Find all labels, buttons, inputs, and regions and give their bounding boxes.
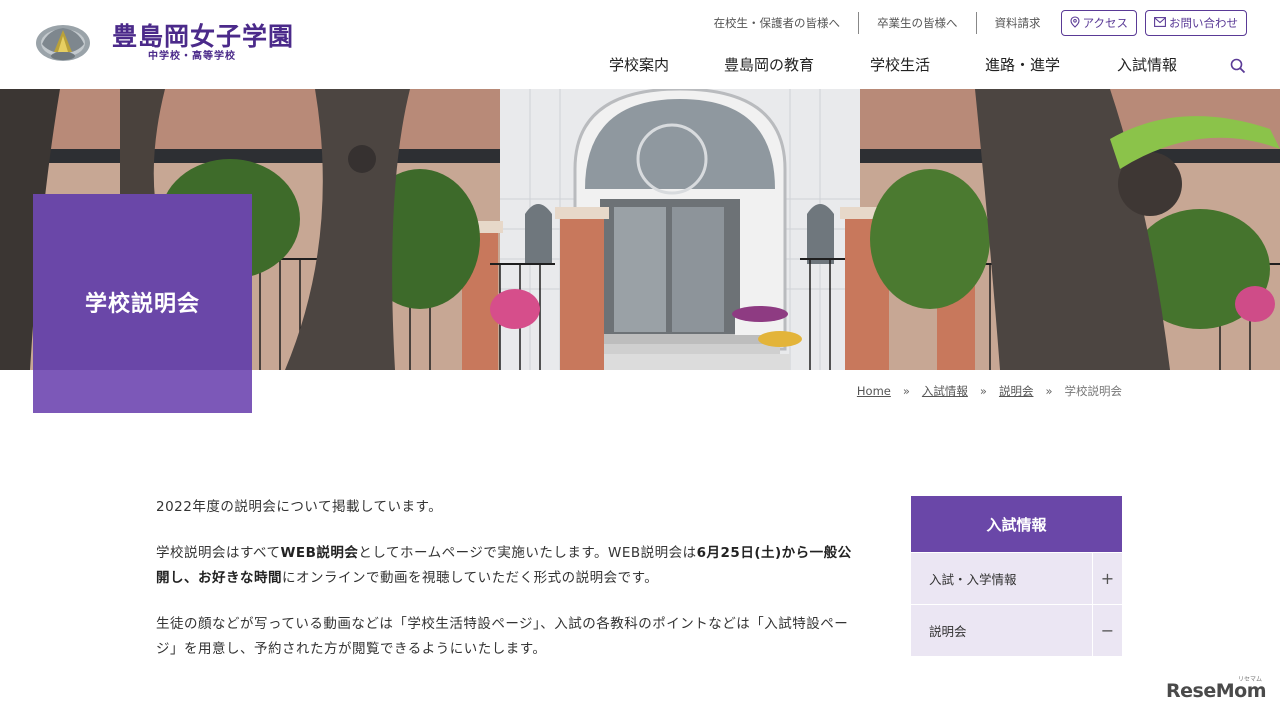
util-link-brochure[interactable]: 資料請求 <box>977 12 1053 34</box>
util-link-alumni[interactable]: 卒業生の皆様へ <box>859 12 977 34</box>
contact-button[interactable]: お問い合わせ <box>1145 10 1247 36</box>
nav-item-school-guide[interactable]: 学校案内 <box>609 54 669 75</box>
expand-plus-icon[interactable]: + <box>1092 553 1122 604</box>
access-label: アクセス <box>1082 16 1128 30</box>
intro-paragraph: 2022年度の説明会について掲載しています。 <box>156 499 443 515</box>
access-button[interactable]: アクセス <box>1060 10 1137 36</box>
nav-item-school-life[interactable]: 学校生活 <box>870 54 930 75</box>
breadcrumb-info-session[interactable]: 説明会 <box>999 383 1034 399</box>
breadcrumb-separator: » <box>902 384 910 398</box>
breadcrumb-home[interactable]: Home <box>857 384 891 398</box>
watermark-text: ReseMom <box>1166 680 1266 702</box>
title-box-band <box>33 370 252 413</box>
web-session-paragraph: 学校説明会はすべてWEB説明会としてホームページで実施いたします。WEB説明会は… <box>156 545 852 586</box>
breadcrumb-separator: » <box>979 384 987 398</box>
mail-icon <box>1154 16 1166 30</box>
main-content: 2022年度の説明会について掲載しています。 学校説明会はすべてWEB説明会とし… <box>156 495 856 683</box>
nav-item-education[interactable]: 豊島岡の教育 <box>724 54 814 75</box>
side-nav-item-label: 入試・入学情報 <box>929 572 1017 587</box>
nav-item-admissions[interactable]: 入試情報 <box>1117 54 1177 75</box>
breadcrumb-current: 学校説明会 <box>1064 384 1123 398</box>
page-title: 学校説明会 <box>84 290 200 317</box>
side-nav-item-info-session[interactable]: 説明会 − <box>911 604 1122 656</box>
resemom-watermark-logo: リセマム ReseMom <box>1166 676 1266 702</box>
site-header: 豊島岡女子学園 中学校・高等学校 在校生・保護者の皆様へ 卒業生の皆様へ 資料請… <box>0 0 1280 89</box>
search-icon[interactable] <box>1230 58 1246 74</box>
nav-item-career[interactable]: 進路・進学 <box>985 54 1060 75</box>
page-title-box: 学校説明会 <box>33 194 252 413</box>
breadcrumb-separator: » <box>1045 384 1053 398</box>
breadcrumb-admissions[interactable]: 入試情報 <box>922 383 968 399</box>
global-nav: 学校案内 豊島岡の教育 学校生活 進路・進学 入試情報 <box>0 54 1280 78</box>
side-nav-item-label: 説明会 <box>929 624 967 639</box>
side-nav: 入試情報 入試・入学情報 + 説明会 − <box>911 496 1122 656</box>
logo-title: 豊島岡女子学園 <box>112 22 295 51</box>
watermark-ruby: リセマム <box>1237 676 1262 683</box>
utility-nav: 在校生・保護者の皆様へ 卒業生の皆様へ 資料請求 アクセス お問い合わせ <box>696 10 1247 36</box>
util-link-students-parents[interactable]: 在校生・保護者の皆様へ <box>696 12 860 34</box>
side-nav-item-admission-info[interactable]: 入試・入学情報 + <box>911 552 1122 604</box>
collapse-minus-icon[interactable]: − <box>1092 605 1122 656</box>
side-nav-heading: 入試情報 <box>911 496 1122 552</box>
contact-label: お問い合わせ <box>1169 16 1238 30</box>
special-pages-paragraph: 生徒の顔などが写っている動画などは「学校生活特設ページ」、入試の各教科のポイント… <box>156 616 849 657</box>
map-pin-icon <box>1070 15 1080 31</box>
breadcrumb: Home » 入試情報 » 説明会 » 学校説明会 <box>857 383 1122 399</box>
